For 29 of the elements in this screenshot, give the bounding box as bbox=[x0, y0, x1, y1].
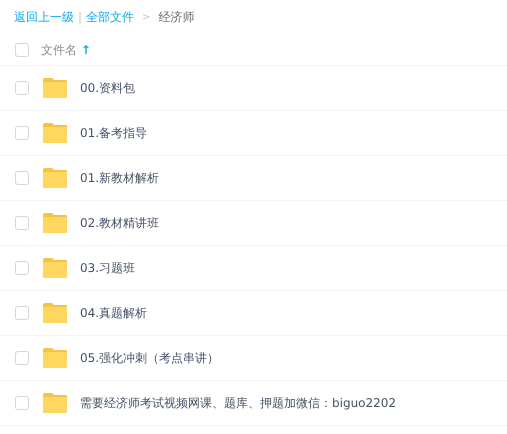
file-name[interactable]: 01.新教材解析 bbox=[80, 169, 160, 187]
column-header[interactable]: 文件名 bbox=[41, 40, 77, 58]
file-name[interactable]: 00.资料包 bbox=[80, 79, 136, 97]
current-folder: 经济师 bbox=[158, 9, 194, 26]
file-name[interactable]: 04.真题解析 bbox=[80, 304, 148, 322]
folder-icon bbox=[42, 167, 68, 189]
separator: | bbox=[78, 9, 82, 26]
checkbox[interactable] bbox=[15, 261, 29, 275]
breadcrumb-arrow: > bbox=[141, 10, 152, 24]
folder-icon bbox=[42, 347, 68, 369]
checkbox[interactable] bbox=[15, 396, 29, 410]
folder-icon bbox=[42, 302, 68, 324]
folder-icon bbox=[42, 77, 68, 99]
file-name[interactable]: 05.强化冲刺（考点串讲） bbox=[80, 349, 220, 367]
checkbox[interactable] bbox=[15, 351, 29, 365]
checkbox[interactable] bbox=[15, 216, 29, 230]
file-name[interactable]: 01.备考指导 bbox=[80, 124, 148, 142]
folder-icon bbox=[42, 257, 68, 279]
checkbox[interactable] bbox=[15, 171, 29, 185]
file-name[interactable]: 03.习题班 bbox=[80, 259, 136, 277]
folder-icon bbox=[42, 392, 68, 414]
folder-icon bbox=[42, 212, 68, 234]
checkbox[interactable] bbox=[15, 42, 29, 56]
file-name[interactable]: 02.教材精讲班 bbox=[80, 214, 160, 232]
checkbox[interactable] bbox=[15, 306, 29, 320]
checkbox[interactable] bbox=[15, 126, 29, 140]
folder-icon bbox=[42, 122, 68, 144]
file-name[interactable]: 需要经济师考试视频网课、题库、押题加微信：biguo2202 bbox=[80, 394, 396, 412]
checkbox[interactable] bbox=[15, 81, 29, 95]
